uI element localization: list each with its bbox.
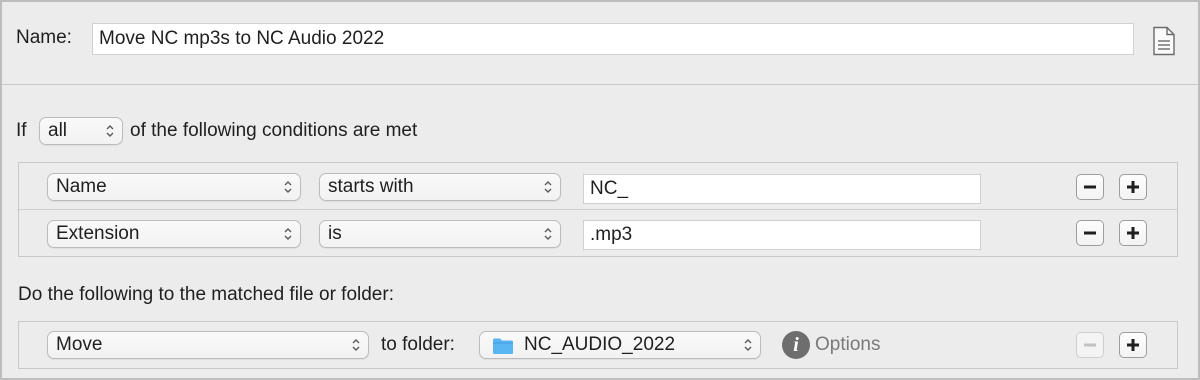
condition-attribute-value: Name xyxy=(56,176,107,197)
rule-name-section: Name: xyxy=(2,2,1198,85)
remove-condition-button[interactable] xyxy=(1076,174,1104,200)
updown-chevron-icon xyxy=(544,181,552,193)
condition-operator-popup[interactable]: starts with xyxy=(319,173,561,201)
destination-folder-popup[interactable]: NC_AUDIO_2022 xyxy=(479,331,761,359)
add-condition-button[interactable] xyxy=(1119,220,1147,246)
conditions-suffix-label: of the following conditions are met xyxy=(130,120,418,141)
actions-heading: Do the following to the matched file or … xyxy=(18,284,394,305)
actions-list: Move to folder: NC_AUDIO_2022 i Options xyxy=(18,321,1178,369)
condition-attribute-popup[interactable]: Extension xyxy=(47,220,301,248)
document-icon[interactable] xyxy=(1152,26,1176,56)
condition-operator-value: is xyxy=(328,223,342,244)
condition-value-field[interactable]: .mp3 xyxy=(583,220,981,250)
remove-condition-button[interactable] xyxy=(1076,220,1104,246)
info-icon[interactable]: i xyxy=(782,331,810,359)
minus-icon xyxy=(1084,185,1096,189)
updown-chevron-icon xyxy=(284,228,292,240)
condition-value-field[interactable]: NC_ xyxy=(583,174,981,204)
minus-icon xyxy=(1084,343,1096,347)
rule-name-field[interactable] xyxy=(92,23,1134,55)
condition-attribute-value: Extension xyxy=(56,223,140,244)
name-label: Name: xyxy=(16,27,72,48)
action-type-value: Move xyxy=(56,334,103,355)
updown-chevron-icon xyxy=(744,339,752,351)
updown-chevron-icon xyxy=(352,339,360,351)
updown-chevron-icon xyxy=(544,228,552,240)
action-type-popup[interactable]: Move xyxy=(47,331,369,359)
options-link[interactable]: Options xyxy=(815,334,880,356)
match-mode-popup[interactable]: all xyxy=(39,117,123,145)
destination-folder-value: NC_AUDIO_2022 xyxy=(524,334,676,355)
folder-icon xyxy=(493,338,513,354)
if-label: If xyxy=(16,120,27,141)
condition-operator-popup[interactable]: is xyxy=(319,220,561,248)
minus-icon xyxy=(1084,231,1096,235)
condition-attribute-popup[interactable]: Name xyxy=(47,173,301,201)
condition-row: Extension is .mp3 xyxy=(19,210,1177,257)
match-mode-value: all xyxy=(48,120,68,141)
updown-chevron-icon xyxy=(106,125,114,137)
to-folder-label: to folder: xyxy=(381,334,455,355)
add-action-button[interactable] xyxy=(1119,332,1147,358)
updown-chevron-icon xyxy=(284,181,292,193)
add-condition-button[interactable] xyxy=(1119,174,1147,200)
conditions-list: Name starts with NC_ Extension is .mp3 xyxy=(18,162,1178,257)
condition-operator-value: starts with xyxy=(328,176,414,197)
condition-row: Name starts with NC_ xyxy=(19,163,1177,210)
plus-icon xyxy=(1127,181,1139,193)
plus-icon xyxy=(1127,339,1139,351)
plus-icon xyxy=(1127,227,1139,239)
remove-action-button[interactable] xyxy=(1076,332,1104,358)
rule-editor-window: Name: If all of the following conditions… xyxy=(0,0,1200,380)
